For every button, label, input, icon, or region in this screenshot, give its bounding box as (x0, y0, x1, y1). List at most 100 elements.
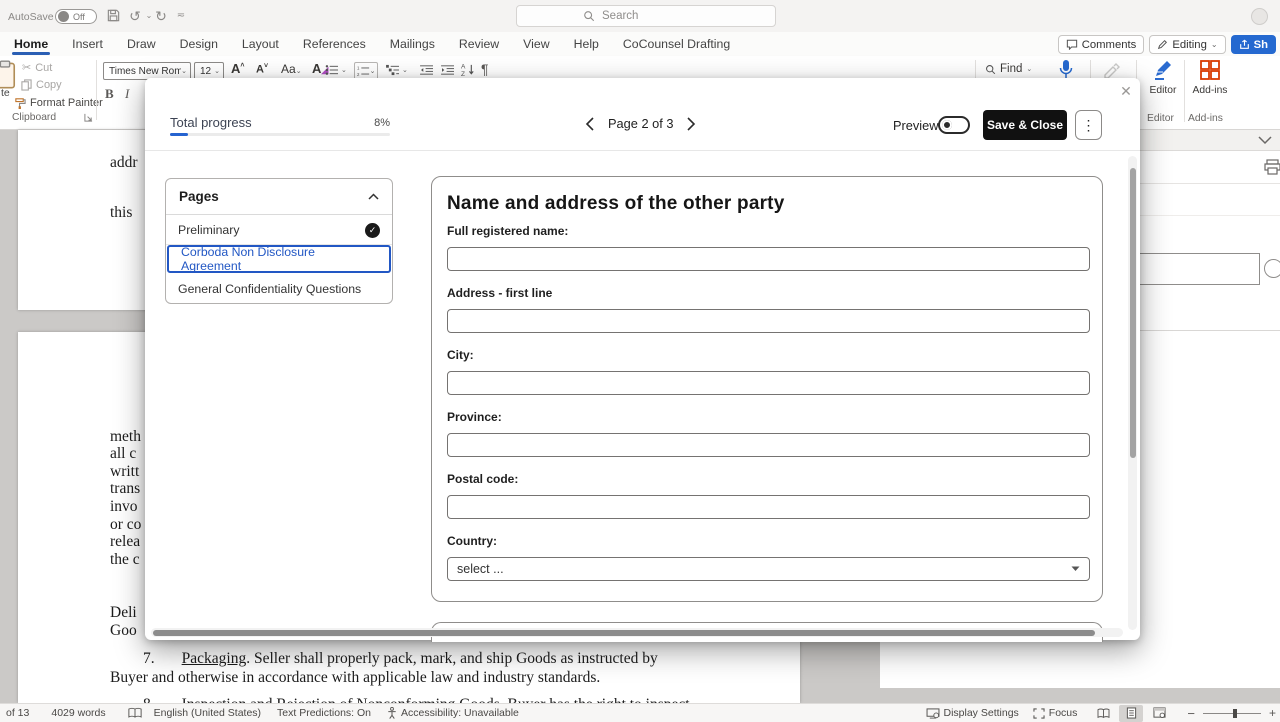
comment-icon (1066, 39, 1078, 50)
total-progress-label: Total progress (170, 115, 252, 130)
preview-toggle[interactable] (938, 116, 970, 134)
increase-indent-button[interactable] (441, 64, 455, 76)
clipboard-dialog-launcher-icon[interactable] (84, 113, 93, 122)
field-label: City: (447, 348, 1090, 362)
format-painter-button[interactable]: Format Painter (14, 97, 103, 109)
previous-page-icon[interactable] (585, 117, 594, 131)
copy-icon (21, 79, 32, 91)
save-icon[interactable] (106, 8, 124, 24)
collapse-ribbon-icon[interactable] (1258, 136, 1272, 145)
paragraph-7-line2: Buyer and otherwise in accordance with a… (110, 669, 600, 686)
display-settings-button[interactable]: Display Settings (926, 707, 1019, 719)
text-predictions-status[interactable]: Text Predictions: On (277, 707, 371, 719)
bullets-dropdown-icon[interactable]: ⌄ (341, 66, 347, 74)
sensitivity-button[interactable] (1102, 60, 1122, 80)
print-layout-button[interactable] (1119, 705, 1143, 722)
tab-home[interactable]: Home (2, 32, 60, 56)
decrease-indent-button[interactable] (420, 64, 434, 76)
dialog-more-options-button[interactable]: ⋮ (1075, 110, 1102, 140)
save-and-close-button[interactable]: Save & Close (983, 110, 1067, 140)
next-page-icon[interactable] (687, 117, 696, 131)
tab-view[interactable]: View (511, 32, 561, 56)
tab-draw[interactable]: Draw (115, 32, 168, 56)
dialog-close-icon[interactable]: ✕ (1115, 80, 1137, 102)
addins-button[interactable]: Add-ins (1190, 58, 1230, 96)
accessibility-status[interactable]: Accessibility: Unavailable (387, 707, 519, 719)
tab-help[interactable]: Help (562, 32, 611, 56)
multilevel-list-button[interactable] (386, 64, 400, 76)
province-input[interactable] (447, 433, 1090, 457)
shrink-font-button[interactable]: A˅ (256, 63, 268, 76)
cut-button[interactable]: ✂ Cut (22, 61, 52, 74)
full-registered-name-input[interactable] (447, 247, 1090, 271)
paste-button[interactable] (0, 60, 18, 90)
share-button[interactable]: Sh (1231, 35, 1276, 54)
copy-button[interactable]: Copy (21, 79, 62, 91)
autosave-state: Off (73, 12, 85, 22)
web-layout-button[interactable] (1147, 705, 1171, 722)
account-avatar[interactable] (1251, 8, 1268, 25)
pencil-icon (1157, 39, 1168, 50)
tab-layout[interactable]: Layout (230, 32, 291, 56)
editing-mode-button[interactable]: Editing ⌄ (1149, 35, 1225, 54)
paragraph-7-number: 7. (143, 650, 155, 667)
paragraph-7-term: Packaging (182, 650, 247, 667)
zoom-slider[interactable] (1203, 713, 1261, 714)
quick-access-more-icon[interactable]: ≂ (172, 8, 190, 24)
dialog-horizontal-scrollbar-thumb[interactable] (153, 630, 1095, 636)
paragraph-7-text: . Seller shall properly pack, mark, and … (246, 650, 658, 667)
dialog-horizontal-scrollbar[interactable] (151, 628, 1123, 637)
comments-button[interactable]: Comments (1058, 35, 1145, 54)
printer-icon[interactable] (1264, 159, 1280, 175)
city-input[interactable] (447, 371, 1090, 395)
zoom-in-button[interactable]: + (1269, 706, 1276, 720)
cut-label: Cut (35, 62, 52, 74)
addins-group-label: Add-ins (1188, 113, 1223, 124)
grow-font-button[interactable]: A˄ (231, 61, 244, 76)
focus-icon (1033, 708, 1045, 719)
country-select[interactable]: select ... (447, 557, 1090, 581)
field-address-first-line: Address - first line (447, 286, 1090, 333)
bullets-button[interactable] (325, 64, 339, 76)
pages-panel-header[interactable]: Pages (166, 179, 392, 215)
pages-item-corboda-nda[interactable]: Corboda Non Disclosure Agreement (167, 245, 391, 273)
document-text-fragment: Deli (110, 604, 137, 622)
read-mode-button[interactable] (1091, 705, 1115, 722)
focus-button[interactable]: Focus (1033, 707, 1078, 719)
address-first-line-input[interactable] (447, 309, 1090, 333)
tab-references[interactable]: References (291, 32, 378, 56)
tab-review[interactable]: Review (447, 32, 511, 56)
italic-button[interactable]: I (125, 86, 129, 102)
language-status[interactable]: English (United States) (154, 707, 261, 719)
page-indicator: Page 2 of 3 (608, 116, 673, 131)
bold-button[interactable]: B (105, 86, 114, 102)
tab-cocounsel-drafting[interactable]: CoCounsel Drafting (611, 32, 742, 56)
field-city: City: (447, 348, 1090, 395)
change-case-button[interactable]: Aa⌄ (281, 62, 302, 76)
zoom-slider-knob[interactable] (1233, 709, 1237, 718)
dialog-vertical-scrollbar-thumb[interactable] (1130, 168, 1136, 458)
postal-code-input[interactable] (447, 495, 1090, 519)
multilevel-dropdown-icon[interactable]: ⌄ (402, 66, 408, 74)
proofing-icon[interactable] (128, 707, 142, 719)
autosave-toggle[interactable]: Off (55, 9, 97, 24)
tab-design[interactable]: Design (168, 32, 230, 56)
zoom-out-button[interactable]: − (1187, 706, 1195, 721)
dialog-pagination: Page 2 of 3 (585, 116, 696, 131)
pages-item-preliminary[interactable]: Preliminary ✓ (166, 216, 392, 245)
form-card: Name and address of the other party Full… (431, 176, 1103, 602)
page-number-status[interactable]: of 13 (6, 707, 29, 719)
form-field-circle-icon[interactable] (1264, 259, 1280, 278)
sort-button[interactable]: AZ (461, 62, 476, 77)
dialog-vertical-scrollbar[interactable] (1128, 156, 1137, 630)
tab-insert[interactable]: Insert (60, 32, 115, 56)
field-label: Country: (447, 534, 1090, 548)
find-button[interactable]: Find ⌄ (985, 63, 1032, 75)
pilcrow-button[interactable]: ¶ (481, 61, 489, 77)
pages-item-general-confidentiality[interactable]: General Confidentiality Questions (166, 274, 392, 303)
redo-icon[interactable]: ↻ (152, 8, 170, 24)
editor-button[interactable]: Editor (1146, 58, 1180, 96)
word-count-status[interactable]: 4029 words (51, 707, 105, 719)
tab-mailings[interactable]: Mailings (378, 32, 447, 56)
search-box[interactable]: Search (516, 5, 776, 27)
